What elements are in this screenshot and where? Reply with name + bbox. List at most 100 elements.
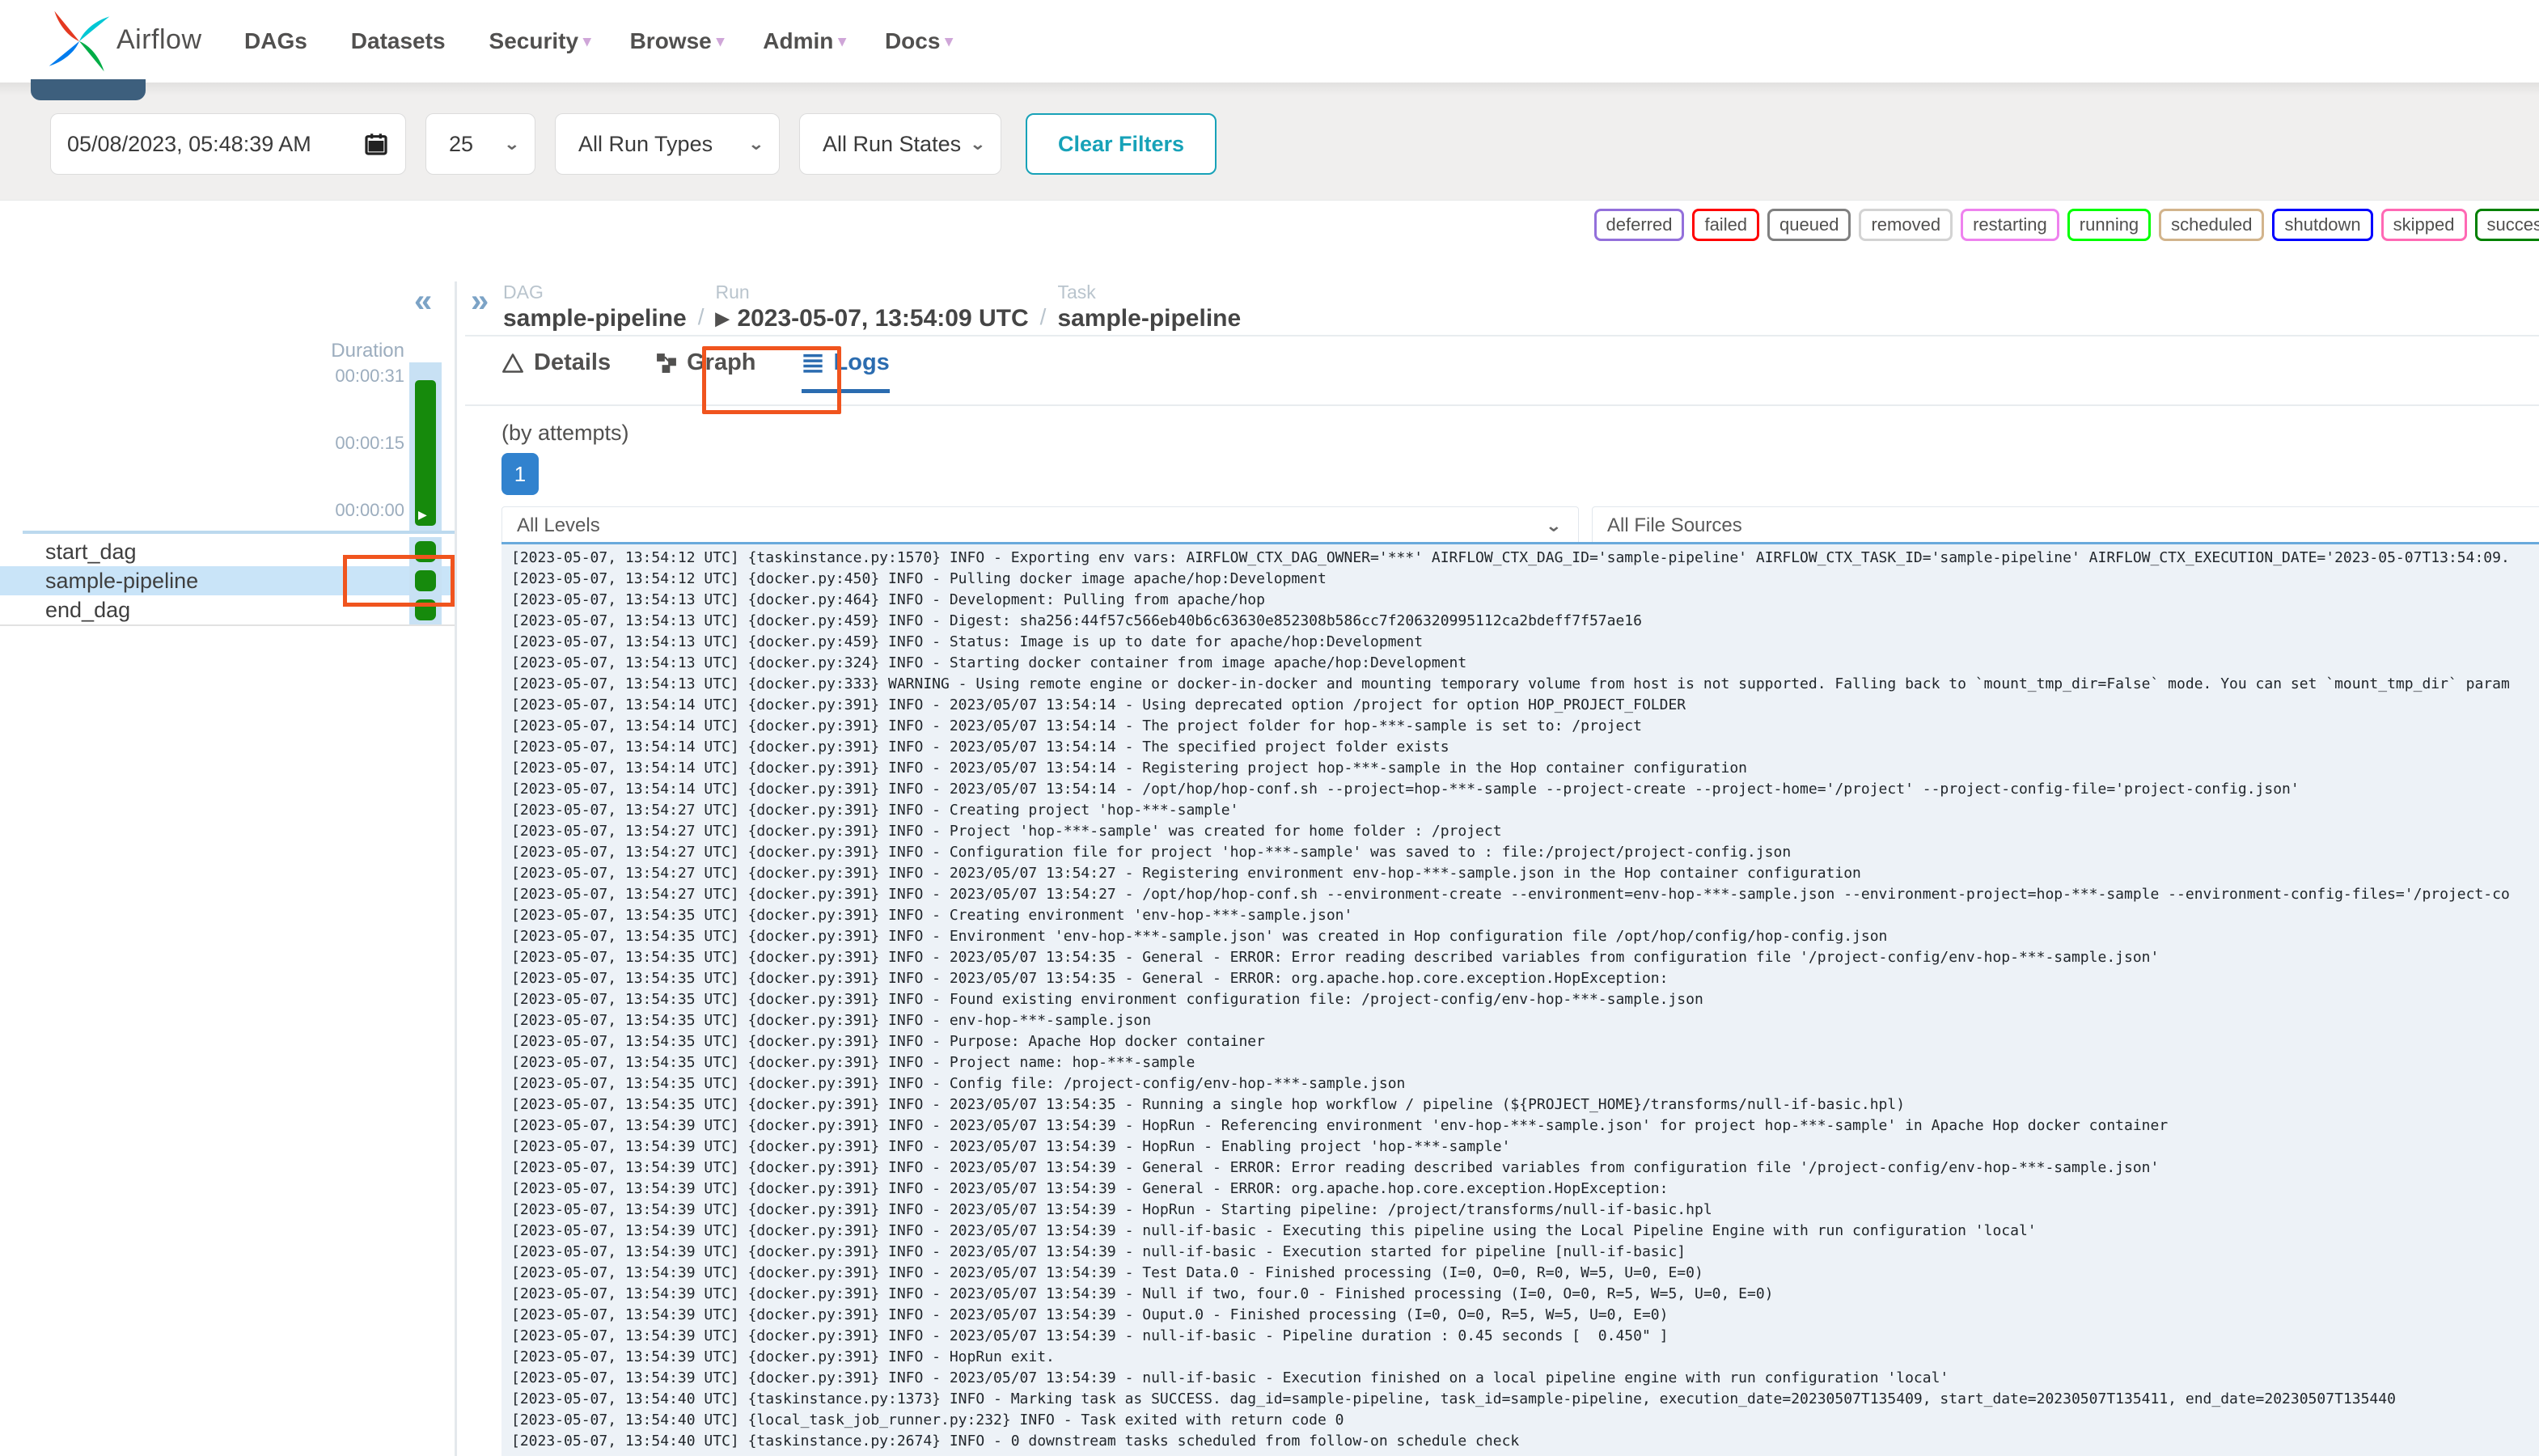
state-badge[interactable]: failed [1692, 209, 1760, 241]
task-name: sample-pipeline [45, 568, 199, 593]
state-badge[interactable]: queued [1767, 209, 1851, 241]
task-row[interactable]: sample-pipeline [0, 566, 455, 595]
tab-details[interactable]: Details [501, 349, 611, 393]
nav-menu-item[interactable]: DAGs [244, 28, 312, 54]
graph-icon [657, 353, 677, 373]
attempt-1-button[interactable]: 1 [501, 453, 539, 495]
breadcrumb-dag-value[interactable]: sample-pipeline [503, 305, 687, 332]
log-line: [2023-05-07, 13:54:39 UTC] {docker.py:39… [511, 1369, 1949, 1386]
tabs-divider [465, 404, 2539, 406]
log-line: [2023-05-07, 13:54:39 UTC] {docker.py:39… [511, 1222, 2037, 1239]
file-sources-value: All File Sources [1607, 514, 1742, 536]
nav-menu-item[interactable]: Docs ▾ [885, 28, 953, 54]
log-line: [2023-05-07, 13:54:39 UTC] {docker.py:39… [511, 1243, 1686, 1260]
state-badge[interactable]: removed [1859, 209, 1953, 241]
breadcrumb-task-value[interactable]: sample-pipeline [1057, 305, 1241, 332]
task-state-square-success[interactable] [415, 570, 436, 591]
task-row[interactable]: end_dag [0, 595, 455, 624]
state-badge[interactable]: shutdown [2272, 209, 2373, 241]
log-line: [2023-05-07, 13:54:14 UTC] {docker.py:39… [511, 760, 1748, 777]
calendar-icon[interactable] [363, 130, 389, 158]
log-line: [2023-05-07, 13:54:39 UTC] {docker.py:39… [511, 1264, 1703, 1281]
log-line: [2023-05-07, 13:54:12 UTC] {docker.py:45… [511, 570, 1327, 587]
breadcrumb-separator: / [1039, 304, 1047, 329]
log-line: [2023-05-07, 13:54:27 UTC] {docker.py:39… [511, 823, 1502, 840]
log-line: [2023-05-07, 13:54:35 UTC] {docker.py:39… [511, 1012, 1152, 1029]
tab-logs[interactable]: Logs [801, 349, 890, 393]
log-line: [2023-05-07, 13:54:35 UTC] {docker.py:39… [511, 1033, 1265, 1050]
chevron-down-icon: ⌄ [969, 135, 986, 153]
run-states-value: All Run States [823, 131, 962, 156]
breadcrumb-task-label: Task [1057, 281, 1096, 303]
task-name: end_dag [45, 597, 131, 622]
state-badge[interactable]: restarting [1961, 209, 2059, 241]
nav-menu-item[interactable]: Security ▾ [489, 28, 591, 54]
header-divider [465, 335, 2539, 336]
run-types-value: All Run Types [578, 131, 713, 156]
breadcrumb-task[interactable]: Task sample-pipeline [1057, 281, 1241, 332]
log-line: [2023-05-07, 13:54:14 UTC] {docker.py:39… [511, 717, 1642, 734]
log-levels-select[interactable]: All Levels ⌄ [501, 506, 1579, 545]
log-line: [2023-05-07, 13:54:39 UTC] {docker.py:39… [511, 1348, 1055, 1365]
log-levels-value: All Levels [517, 514, 600, 536]
nav-menu: DAGs Datasets Security ▾ Browse ▾ Admin ▾ D… [244, 0, 953, 83]
airflow-logo-icon [49, 11, 110, 72]
duration-axis-ticks: 00:00:31 00:00:15 00:00:00 [239, 366, 404, 521]
warning-triangle-icon [502, 353, 523, 373]
breadcrumb-separator: / [697, 304, 705, 329]
run-datetime-input[interactable]: 05/08/2023, 05:48:39 AM [50, 113, 406, 175]
breadcrumb-run-value[interactable]: 2023-05-07, 13:54:09 UTC [737, 305, 1028, 332]
run-types-select[interactable]: All Run Types ⌄ [555, 113, 780, 175]
log-line: [2023-05-07, 13:54:14 UTC] {docker.py:39… [511, 696, 1686, 713]
log-output[interactable]: [2023-05-07, 13:54:12 UTC] {taskinstance… [501, 542, 2539, 1456]
axis-tick-label: 00:00:15 [335, 433, 404, 453]
log-line: [2023-05-07, 13:54:40 UTC] {taskinstance… [511, 1390, 2396, 1407]
task-state-square-success[interactable] [415, 599, 436, 620]
log-line: [2023-05-07, 13:54:12 UTC] {taskinstance… [511, 549, 2510, 566]
log-line: [2023-05-07, 13:54:35 UTC] {docker.py:39… [511, 1054, 1195, 1071]
page-size-select[interactable]: 25 ⌄ [425, 113, 535, 175]
log-line: [2023-05-07, 13:54:35 UTC] {docker.py:39… [511, 970, 1669, 987]
task-row[interactable]: start_dag [0, 537, 455, 566]
state-legend: deferred failed queued removed restartin… [1593, 209, 2539, 241]
task-state-square-success[interactable] [415, 541, 436, 562]
state-badge[interactable]: scheduled [2159, 209, 2265, 241]
state-badge[interactable]: deferred [1593, 209, 1685, 241]
breadcrumb-dag[interactable]: DAG sample-pipeline [503, 281, 687, 332]
nav-menu-item[interactable]: Browse ▾ [630, 28, 725, 54]
log-line: [2023-05-07, 13:54:39 UTC] {docker.py:39… [511, 1306, 1669, 1323]
log-line: [2023-05-07, 13:54:35 UTC] {docker.py:39… [511, 907, 1353, 924]
state-badge[interactable]: running [2067, 209, 2152, 241]
log-line: [2023-05-07, 13:54:40 UTC] {local_task_j… [511, 1412, 1344, 1428]
log-line: [2023-05-07, 13:54:35 UTC] {docker.py:39… [511, 1075, 1406, 1092]
run-play-icon: ▶ [715, 308, 730, 328]
navbar: Airflow DAGs Datasets Security ▾ Browse ▾ … [0, 0, 2539, 83]
log-line: [2023-05-07, 13:54:27 UTC] {docker.py:39… [511, 844, 1792, 861]
log-line: [2023-05-07, 13:54:40 UTC] {taskinstance… [511, 1433, 1520, 1450]
tab-graph[interactable]: Graph [656, 349, 756, 393]
play-triangle-icon: ▶ [418, 508, 427, 521]
task-name: start_dag [45, 539, 137, 564]
log-line: [2023-05-07, 13:54:39 UTC] {docker.py:39… [511, 1117, 2169, 1134]
state-badge[interactable]: skipped [2380, 209, 2467, 241]
log-line: [2023-05-07, 13:54:39 UTC] {docker.py:39… [511, 1159, 2160, 1176]
task-list: start_dag sample-pipeline end_dag [0, 537, 455, 624]
breadcrumb-run[interactable]: Run ▶ 2023-05-07, 13:54:09 UTC [716, 281, 1029, 332]
clear-filters-button[interactable]: Clear Filters [1026, 113, 1217, 175]
log-line: [2023-05-07, 13:54:39 UTC] {docker.py:39… [511, 1138, 1511, 1155]
file-sources-select[interactable]: All File Sources [1592, 506, 2539, 545]
nav-menu-item[interactable]: Admin ▾ [763, 28, 846, 54]
log-line: [2023-05-07, 13:54:27 UTC] {docker.py:39… [511, 886, 2510, 903]
task-list-divider [0, 624, 455, 626]
collapse-sidebar-button[interactable]: « [414, 285, 432, 317]
breadcrumb-run-label: Run [715, 281, 750, 303]
state-badge[interactable]: success [2474, 209, 2539, 241]
log-line: [2023-05-07, 13:54:39 UTC] {docker.py:39… [511, 1201, 1712, 1218]
run-states-select[interactable]: All Run States ⌄ [799, 113, 1001, 175]
duration-bar-success[interactable] [415, 380, 436, 526]
nav-menu-item[interactable]: Datasets [351, 28, 451, 54]
partial-grid-button[interactable] [31, 79, 146, 100]
expand-panel-button[interactable]: » [471, 285, 489, 317]
sidebar-divider[interactable] [455, 281, 457, 1456]
log-line: [2023-05-07, 13:54:14 UTC] {docker.py:39… [511, 739, 1449, 756]
